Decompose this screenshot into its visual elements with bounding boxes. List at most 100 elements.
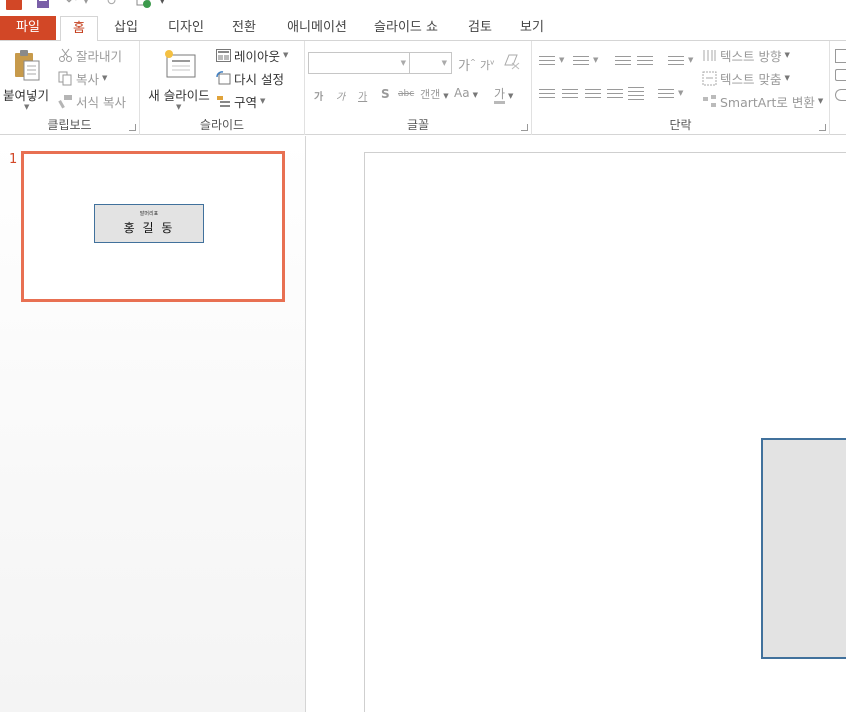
- chevron-down-icon[interactable]: ▼: [24, 103, 29, 111]
- dialog-launcher-icon[interactable]: [521, 124, 528, 131]
- chevron-down-icon[interactable]: ▼: [688, 56, 693, 64]
- tab-home[interactable]: 홈: [60, 16, 98, 42]
- numbering-icon[interactable]: [573, 56, 589, 70]
- clear-formatting-button[interactable]: [503, 53, 521, 74]
- strikethrough-button[interactable]: abc: [398, 89, 414, 99]
- shape-gallery-item[interactable]: [835, 49, 846, 63]
- dialog-launcher-icon[interactable]: [819, 124, 826, 131]
- chevron-down-icon[interactable]: ▼: [818, 97, 823, 105]
- change-case-glyph: Aa: [454, 86, 470, 100]
- chevron-down-icon[interactable]: ▼: [283, 51, 288, 59]
- slide-thumbnail[interactable]: 말머리표 홍 길 동: [21, 151, 285, 302]
- paste-button[interactable]: 붙여넣기 ▼: [2, 45, 50, 113]
- font-group: ▼ ▼ 가^ 가v 가 가 가 S abc 갠갠 ▼ Aa ▼ 가 ▼ 글꼴: [305, 41, 532, 135]
- align-text-label: 텍스트 맞춤: [720, 71, 782, 87]
- save-icon[interactable]: [36, 0, 50, 10]
- bullets-icon[interactable]: [539, 56, 555, 70]
- tab-review[interactable]: 검토: [458, 16, 502, 41]
- dialog-launcher-icon[interactable]: [129, 124, 136, 131]
- font-color-button[interactable]: 가 ▼: [494, 85, 513, 104]
- justify-icon[interactable]: [607, 89, 623, 103]
- redo-icon[interactable]: ↻: [106, 0, 120, 10]
- align-center-icon[interactable]: [562, 89, 578, 103]
- shape-gallery-item[interactable]: [835, 69, 846, 81]
- drawing-group: [831, 41, 846, 135]
- new-slide-button[interactable]: 새 슬라이드 ▼: [146, 45, 212, 115]
- undo-dropdown-icon[interactable]: ▾: [84, 0, 92, 10]
- chevron-down-icon[interactable]: ▼: [784, 51, 789, 59]
- change-case-button[interactable]: Aa ▼: [454, 86, 478, 100]
- scissors-icon: [58, 48, 73, 63]
- line-spacing-icon[interactable]: [668, 56, 684, 70]
- reset-slide-icon: [216, 70, 231, 86]
- tab-animations[interactable]: 애니메이션: [278, 16, 356, 41]
- align-right-icon[interactable]: [585, 89, 601, 103]
- slide-number: 1: [9, 152, 18, 167]
- powerpoint-logo-icon: [6, 0, 22, 10]
- convert-smartart-button[interactable]: SmartArt로 변환 ▼: [702, 91, 823, 111]
- reset-button[interactable]: 다시 설정: [216, 68, 284, 88]
- rectangle-shape[interactable]: [761, 438, 846, 659]
- italic-button[interactable]: 가: [336, 88, 345, 103]
- format-painter-icon: [58, 94, 73, 109]
- grow-font-button[interactable]: 가^: [458, 55, 476, 74]
- chevron-down-icon[interactable]: ▼: [260, 97, 265, 105]
- ribbon-tabs: 파일 홈 삽입 디자인 전환 애니메이션 슬라이드 쇼 검토 보기: [0, 12, 846, 42]
- copy-button[interactable]: 복사 ▼: [58, 68, 107, 88]
- slide-canvas[interactable]: [364, 152, 846, 712]
- chevron-down-icon[interactable]: ▼: [401, 59, 406, 67]
- section-label: 구역: [234, 94, 258, 110]
- start-from-beginning-icon[interactable]: [136, 0, 152, 10]
- shrink-font-button[interactable]: 가v: [480, 57, 494, 73]
- chevron-down-icon[interactable]: ▼: [443, 92, 448, 100]
- decrease-indent-icon[interactable]: [615, 56, 631, 70]
- align-text-icon: [702, 71, 717, 86]
- tab-slide-show[interactable]: 슬라이드 쇼: [366, 16, 446, 41]
- layout-icon: [216, 48, 231, 63]
- format-painter-button[interactable]: 서식 복사: [58, 91, 126, 111]
- layout-label: 레이아웃: [234, 48, 281, 64]
- cut-button[interactable]: 잘라내기: [58, 45, 122, 65]
- align-left-icon[interactable]: [539, 89, 555, 103]
- reset-label: 다시 설정: [234, 71, 284, 87]
- section-button[interactable]: 구역 ▼: [216, 91, 265, 111]
- chevron-down-icon[interactable]: ▼: [176, 103, 181, 111]
- chevron-down-icon[interactable]: ▼: [593, 56, 598, 64]
- tab-view[interactable]: 보기: [510, 16, 554, 41]
- chevron-down-icon[interactable]: ▼: [473, 91, 478, 99]
- increase-indent-icon[interactable]: [637, 56, 653, 70]
- tab-design[interactable]: 디자인: [160, 16, 212, 41]
- align-text-button[interactable]: 텍스트 맞춤 ▼: [702, 68, 790, 88]
- text-direction-button[interactable]: 텍스트 방향 ▼: [702, 45, 790, 65]
- chevron-down-icon[interactable]: ▼: [784, 74, 789, 82]
- tab-transitions[interactable]: 전환: [222, 16, 266, 41]
- clear-formatting-icon: [503, 54, 521, 74]
- tab-insert[interactable]: 삽입: [104, 16, 148, 41]
- underline-button[interactable]: 가: [358, 88, 367, 103]
- layout-button[interactable]: 레이아웃 ▼: [216, 45, 288, 65]
- font-name-combo[interactable]: ▼: [308, 52, 411, 74]
- font-size-combo[interactable]: ▼: [409, 52, 452, 74]
- smartart-label: SmartArt로 변환: [720, 94, 815, 110]
- chevron-down-icon[interactable]: ▼: [678, 89, 683, 97]
- thumbnail-small-text: 말머리표: [139, 211, 159, 217]
- chevron-down-icon[interactable]: ▼: [508, 92, 513, 100]
- new-slide-icon: [163, 49, 197, 79]
- chevron-down-icon[interactable]: ▼: [442, 59, 447, 67]
- font-color-glyph: 가: [494, 87, 506, 104]
- text-direction-icon: [702, 48, 717, 63]
- bold-button[interactable]: 가: [314, 88, 323, 103]
- clipboard-group: 붙여넣기 ▼ 잘라내기 복사 ▼ 서식 복사 클립보드: [0, 41, 140, 135]
- format-painter-label: 서식 복사: [76, 94, 126, 110]
- distributed-icon[interactable]: [628, 87, 644, 101]
- character-spacing-button[interactable]: 갠갠 ▼: [420, 86, 449, 102]
- undo-icon[interactable]: ↶: [66, 0, 80, 10]
- columns-icon[interactable]: [658, 89, 674, 103]
- tab-file[interactable]: 파일: [0, 16, 56, 40]
- powerpoint-window: ↶ ▾ ↻ ▾ 파일 홈 삽입 디자인 전환 애니메이션 슬라이드 쇼 검토 보…: [0, 0, 846, 712]
- text-shadow-button[interactable]: S: [381, 87, 390, 101]
- shape-gallery-item[interactable]: [835, 89, 846, 101]
- chevron-down-icon[interactable]: ▼: [102, 74, 107, 82]
- customize-dropdown-icon[interactable]: ▾: [160, 0, 170, 10]
- chevron-down-icon[interactable]: ▼: [559, 56, 564, 64]
